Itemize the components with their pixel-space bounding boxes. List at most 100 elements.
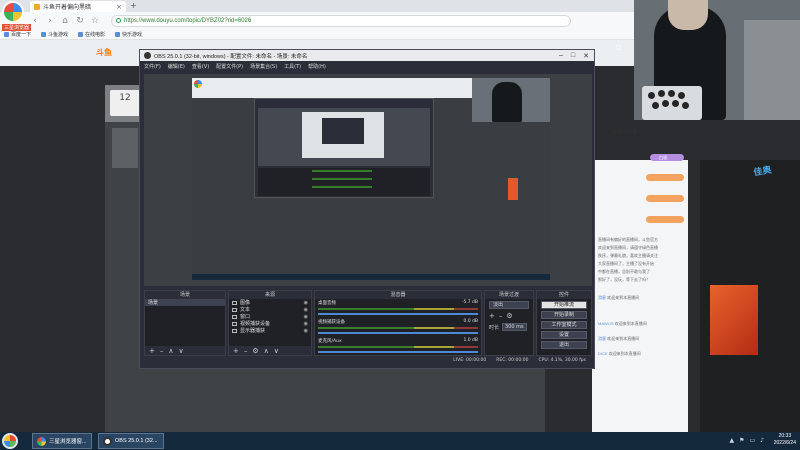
volume-slider[interactable] [318, 313, 478, 315]
streamer-thumbnail[interactable] [112, 128, 138, 168]
start-streaming-button[interactable]: 开始推流 [541, 301, 587, 309]
controls-dock: 控件 开始推流 开始录制 工作室模式 设置 退出 [536, 290, 592, 356]
channel-name: 麦克风/Aux [318, 339, 342, 344]
menu-file[interactable]: 文件(F) [144, 63, 161, 70]
source-item[interactable]: 文本 ◉ [229, 306, 311, 313]
volume-slider[interactable] [318, 351, 478, 353]
add-source-button[interactable]: + [233, 347, 239, 355]
minimize-button[interactable]: – [559, 52, 563, 60]
chat-user[interactable]: MAWLIS [598, 321, 614, 326]
obs-title-bar: OBS 25.0.1 (32-bit, windows) - 配置文件: 未命名… [140, 50, 594, 61]
add-scene-button[interactable]: + [149, 347, 155, 355]
taskbar: 三星浏览器窗... OBS 25.0.1 (32... ▲ ⚑ ▭ ♪ 20:3… [0, 432, 800, 450]
obs-logo-icon [144, 52, 151, 59]
volume-meter [318, 346, 478, 348]
move-up-button[interactable]: ∧ [168, 347, 173, 355]
menu-scene-collection[interactable]: 场景集合(S) [250, 63, 277, 70]
bookmark-item[interactable]: 百度一下 [4, 31, 31, 38]
move-down-button[interactable]: ∨ [179, 347, 184, 355]
visibility-icon[interactable]: ◉ [304, 307, 308, 313]
chat-user[interactable]: 游客 [598, 295, 606, 300]
bookmark-item[interactable]: 快乐游戏 [115, 31, 142, 38]
source-item[interactable]: 视频捕获设备 ◉ [229, 320, 311, 327]
remove-scene-button[interactable]: – [160, 347, 164, 355]
exit-button[interactable]: 退出 [541, 341, 587, 349]
start-recording-button[interactable]: 开始录制 [541, 311, 587, 319]
transitions-dock: 场景过渡 淡出 + – ⚙ 时长 300 ms [484, 290, 534, 356]
maximize-button[interactable]: □ [571, 52, 575, 60]
move-down-button[interactable]: ∨ [274, 347, 279, 355]
sources-dock-toolbar: + – ⚙ ∧ ∨ [229, 346, 311, 355]
scenes-dock-title: 场景 [145, 291, 225, 299]
menu-view[interactable]: 查看(V) [192, 63, 209, 70]
tab-title: 斗鱼开着偏向黑暗 [43, 5, 92, 11]
channel-name: 视频捕获设备 [318, 320, 345, 325]
bookmark-item[interactable]: 在线电影 [78, 31, 105, 38]
source-item[interactable]: 显示器捕获 ◉ [229, 327, 311, 334]
visibility-icon[interactable]: ◉ [304, 328, 308, 334]
remove-transition-button[interactable]: – [499, 312, 503, 320]
duration-input[interactable]: 300 ms [502, 323, 527, 331]
background-shelf [744, 20, 800, 120]
captured-orange-patch [508, 178, 518, 200]
close-button[interactable]: ✕ [583, 52, 589, 60]
nested-meter [312, 186, 372, 188]
browser-brand-label: 三星浏览器 [2, 24, 32, 31]
menu-help[interactable]: 帮助(H) [308, 63, 326, 70]
clock-time: 20:33 [778, 433, 792, 439]
back-button[interactable]: ‹ [30, 16, 40, 26]
tray-flag-icon[interactable]: ⚑ [739, 437, 744, 444]
favorite-button[interactable]: ☆ [90, 16, 100, 26]
arcade-button [662, 100, 669, 107]
address-bar[interactable]: https://www.douyu.com/topic/DYBZ02?rid=6… [111, 14, 571, 27]
sources-dock-title: 来源 [229, 291, 311, 299]
chat-user[interactable]: DICE [598, 351, 608, 356]
zoom-icon[interactable]: ▢ [616, 44, 622, 51]
studio-mode-button[interactable]: 工作室模式 [541, 321, 587, 329]
add-transition-button[interactable]: + [489, 312, 495, 320]
menu-tools[interactable]: 工具(T) [284, 63, 301, 70]
home-button[interactable]: ⌂ [60, 16, 70, 26]
menu-edit[interactable]: 编辑(E) [168, 63, 185, 70]
tray-volume-icon[interactable]: ♪ [760, 437, 764, 444]
menu-profile[interactable]: 配置文件(P) [216, 63, 243, 70]
camera-icon [232, 321, 237, 326]
visibility-icon[interactable]: ◉ [304, 321, 308, 327]
transition-select[interactable]: 淡出 [489, 301, 529, 309]
taskbar-obs[interactable]: OBS 25.0.1 (32... [98, 433, 164, 449]
channel-db: -5.7 dB [461, 300, 478, 305]
gift-badge [646, 216, 684, 223]
rec-status: REC: 00:00:00 [496, 358, 529, 363]
clock[interactable]: 20:33 2022/6/24 [774, 433, 796, 447]
controls-dock-title: 控件 [537, 291, 591, 299]
samsung-browser-logo[interactable] [2, 1, 24, 23]
mixer-channel: 视频捕获设备 0.0 dB [315, 318, 481, 337]
source-settings-icon[interactable]: ⚙ [252, 347, 258, 355]
obs-icon [103, 436, 112, 446]
refresh-button[interactable]: ↻ [75, 16, 85, 26]
remove-source-button[interactable]: – [244, 347, 248, 355]
browser-tab[interactable]: 斗鱼开着偏向黑暗 × [30, 1, 126, 12]
douyu-logo[interactable]: 斗鱼 [96, 47, 112, 58]
douyu-favicon-icon [34, 3, 40, 10]
transition-settings-icon[interactable]: ⚙ [506, 312, 512, 320]
volume-slider[interactable] [318, 332, 478, 334]
source-item[interactable]: 窗口 ◉ [229, 313, 311, 320]
close-tab-icon[interactable]: × [116, 3, 122, 11]
bookmark-item[interactable]: 斗鱼游戏 [41, 31, 68, 38]
visibility-icon[interactable]: ◉ [304, 314, 308, 320]
chat-user[interactable]: 游客 [598, 336, 606, 341]
obs-preview[interactable] [144, 74, 592, 286]
tray-network-icon[interactable]: ▭ [749, 437, 755, 444]
new-tab-button[interactable]: + [130, 1, 137, 10]
taskbar-browser[interactable]: 三星浏览器窗... [32, 433, 92, 449]
tray-expand-icon[interactable]: ▲ [729, 437, 734, 444]
move-up-button[interactable]: ∧ [264, 347, 269, 355]
forward-button[interactable]: › [45, 16, 55, 26]
visibility-icon[interactable]: ◉ [304, 300, 308, 306]
start-button[interactable] [2, 433, 18, 449]
settings-button[interactable]: 设置 [541, 331, 587, 339]
obs-window: OBS 25.0.1 (32-bit, windows) - 配置文件: 未命名… [139, 49, 595, 369]
scene-item[interactable]: 场景 [145, 299, 225, 306]
source-item[interactable]: 图像 ◉ [229, 299, 311, 306]
